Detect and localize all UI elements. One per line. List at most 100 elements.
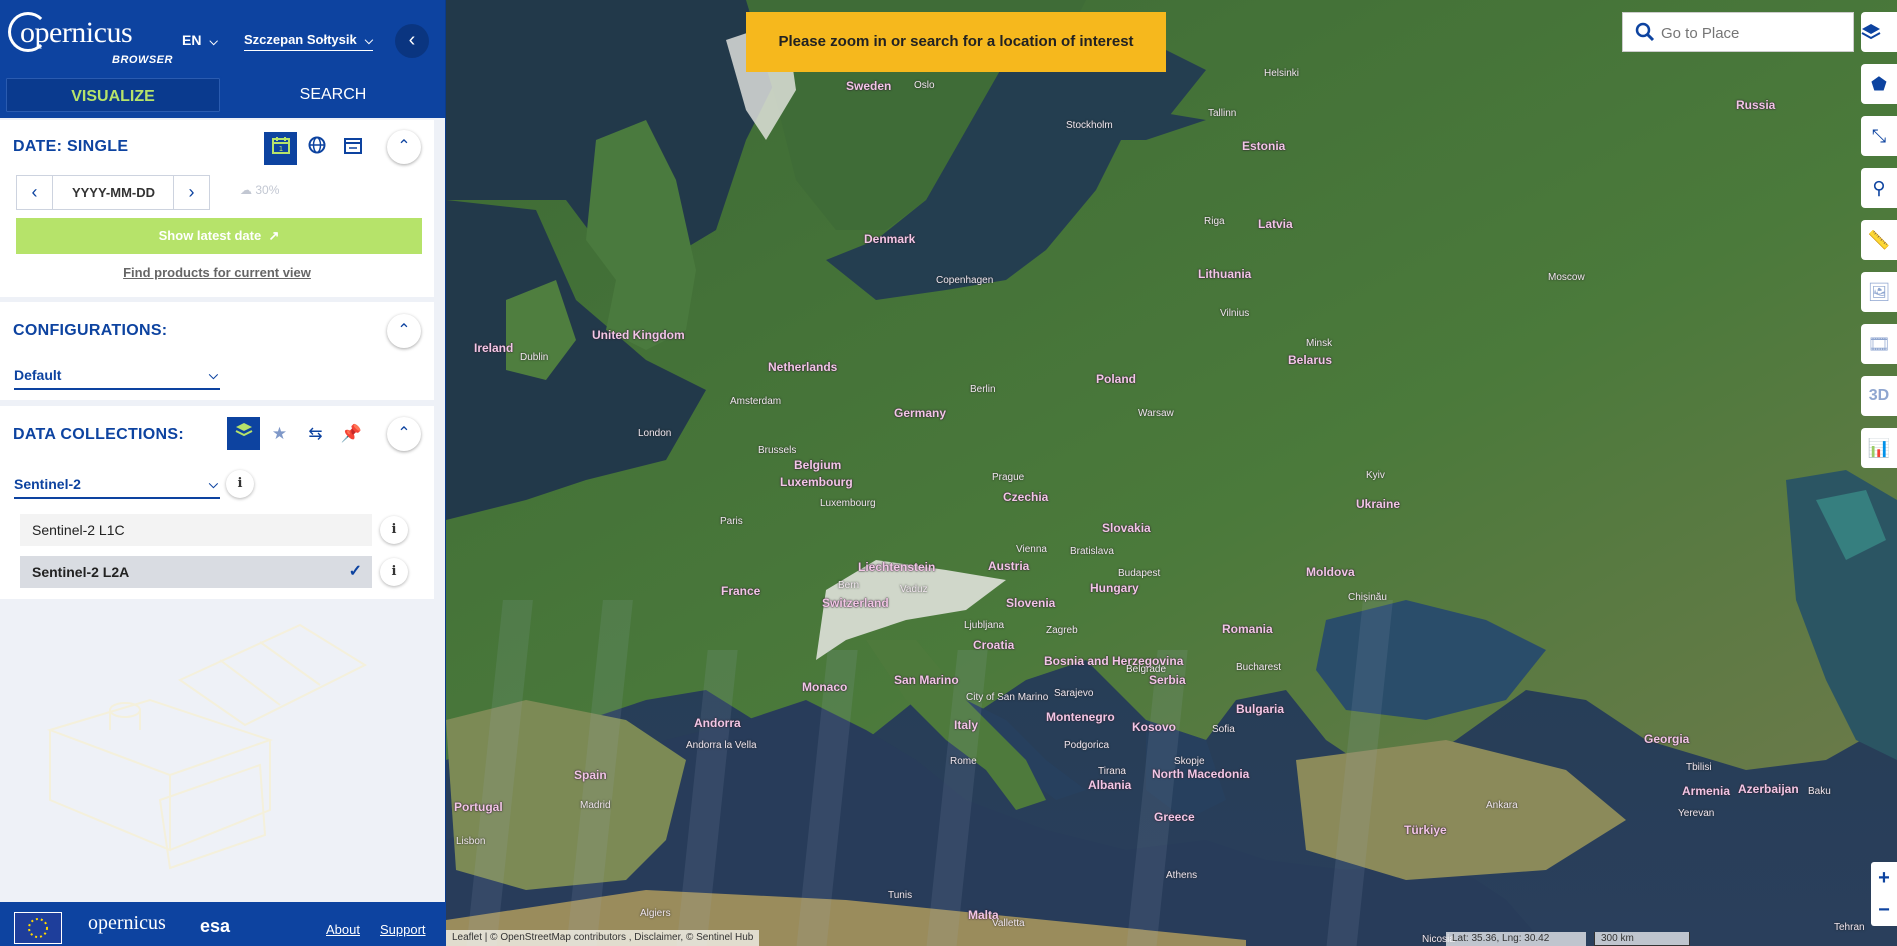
cloud-coverage[interactable]: ☁ 30% <box>240 183 279 197</box>
user-menu[interactable]: Szczepan Sołtysik ⌵ <box>244 32 374 51</box>
date-input[interactable]: YYYY-MM-DD <box>54 176 173 209</box>
data-collection-select[interactable]: Sentinel-2 ⌵ <box>14 471 220 499</box>
map-label-city: Bucharest <box>1236 662 1282 673</box>
map-label-city: Riga <box>1204 216 1225 227</box>
configuration-select[interactable]: Default ⌵ <box>14 362 220 390</box>
all-collections-button[interactable] <box>227 417 260 450</box>
zoom-in-button[interactable]: + <box>1871 862 1897 894</box>
collapse-data-collections-button[interactable]: ⌃ <box>387 417 421 451</box>
3d-view-button[interactable]: 3D <box>1861 376 1897 416</box>
esa-logo[interactable]: esa <box>200 916 230 937</box>
statistics-button[interactable]: 📊 <box>1861 428 1897 468</box>
draw-line-button[interactable]: ⤡ <box>1861 116 1897 156</box>
pentagon-icon: ⬟ <box>1871 74 1887 94</box>
dataset-sentinel-2-l2a[interactable]: Sentinel-2 L2A ✓ <box>20 556 372 588</box>
map-label-country: Andorra <box>694 716 741 730</box>
dataset-l1c-info-button[interactable]: i <box>380 516 408 544</box>
chevron-down-icon: ⌵ <box>208 368 218 382</box>
draw-polygon-button[interactable]: ⬟ <box>1861 64 1897 104</box>
data-collections-panel: DATA COLLECTIONS: ★ ⇆ 📌 ⌃ Sentinel-2 ⌵ i… <box>0 406 434 599</box>
satellite-map-background <box>446 0 1897 946</box>
next-date-button[interactable]: › <box>173 176 209 209</box>
mosaic-date-button[interactable] <box>300 132 333 165</box>
map-label-country: Albania <box>1088 778 1132 792</box>
map-label-country: Slovakia <box>1102 521 1151 535</box>
eu-flag-icon <box>14 912 62 944</box>
3d-label: 3D <box>1868 387 1890 404</box>
single-date-button[interactable]: 1 <box>264 132 297 165</box>
map-label-country: Switzerland <box>822 596 889 610</box>
map-label-city: Tunis <box>888 890 913 901</box>
go-to-place-search[interactable] <box>1622 12 1854 52</box>
map-label-country: Italy <box>954 718 979 732</box>
zoom-out-button[interactable]: − <box>1871 894 1897 926</box>
data-collection-info-button[interactable]: i <box>226 470 254 498</box>
layers-button[interactable] <box>1861 12 1897 52</box>
timelapse-button[interactable]: 🎞 <box>1861 324 1897 364</box>
map-label-city: Budapest <box>1118 568 1161 579</box>
map-label-country: Netherlands <box>768 360 838 374</box>
map-label-city: Chișinău <box>1348 592 1387 603</box>
show-latest-date-button[interactable]: Show latest date ↗ <box>16 218 422 254</box>
map-label-country: North Macedonia <box>1152 767 1250 781</box>
date-range-button[interactable] <box>336 132 369 165</box>
map-label-country: Montenegro <box>1046 710 1115 724</box>
map-label-city: Paris <box>720 516 743 527</box>
map-label-country: France <box>721 584 761 598</box>
tab-search[interactable]: SEARCH <box>224 76 442 114</box>
map-label-country: Croatia <box>973 638 1015 652</box>
collapse-sidebar-button[interactable]: ‹ <box>395 24 429 58</box>
copernicus-browser-logo[interactable]: opernicus BROWSER <box>8 10 172 66</box>
map-label-city: Baku <box>1808 786 1831 797</box>
sidebar-footer: opernicus esa About Support <box>0 902 446 946</box>
map-label-country: Greece <box>1154 810 1195 824</box>
chevron-left-icon: ‹ <box>31 182 38 202</box>
collapse-date-panel-button[interactable]: ⌃ <box>387 130 421 164</box>
about-link[interactable]: About <box>326 922 360 937</box>
cloud-coverage-value: 30% <box>255 183 280 197</box>
logo-word: opernicus <box>20 16 133 49</box>
map-label-city: Warsaw <box>1138 408 1174 419</box>
go-to-place-input[interactable] <box>1661 21 1841 45</box>
map-pin-icon: ⚲ <box>1872 178 1886 198</box>
map-label-country: Denmark <box>864 232 916 246</box>
map-view[interactable]: Sweden Denmark United Kingdom Ireland Ne… <box>446 0 1897 946</box>
find-products-link[interactable]: Find products for current view <box>0 265 434 280</box>
map-attribution[interactable]: Leaflet | © OpenStreetMap contributors ,… <box>446 930 760 946</box>
map-label-country: Austria <box>988 559 1030 573</box>
map-label-country: Spain <box>574 768 607 782</box>
compare-button[interactable]: ⇆ <box>299 417 332 450</box>
map-label-city: Tbilisi <box>1686 762 1712 773</box>
pinned-button[interactable]: 📌 <box>335 417 368 450</box>
map-label-city: Ljubljana <box>964 620 1005 631</box>
configurations-title: CONFIGURATIONS: <box>13 322 168 339</box>
measure-button[interactable]: 📏 <box>1861 220 1897 260</box>
map-label-city: Berlin <box>970 384 996 395</box>
map-label-city: Belgrade <box>1126 664 1167 675</box>
chevron-up-icon: ⌃ <box>397 425 411 442</box>
map-label-city: Vaduz <box>900 584 928 595</box>
dataset-label: Sentinel-2 L1C <box>32 522 125 538</box>
map-label-country: Sweden <box>846 79 892 93</box>
map-label-city: Minsk <box>1306 338 1333 349</box>
point-button[interactable]: ⚲ <box>1861 168 1897 208</box>
pin-icon: 📌 <box>340 424 363 443</box>
image-download-button[interactable]: 🖼 <box>1861 272 1897 312</box>
map-label-city: Algiers <box>640 908 671 919</box>
collapse-configurations-button[interactable]: ⌃ <box>387 314 421 348</box>
copernicus-logo[interactable]: opernicus <box>88 912 166 935</box>
dataset-l2a-info-button[interactable]: i <box>380 558 408 586</box>
star-icon: ★ <box>271 424 288 443</box>
map-scale: 300 km <box>1594 932 1690 946</box>
calendar-icon: 1 <box>271 137 290 154</box>
favorites-button[interactable]: ★ <box>263 417 296 450</box>
previous-date-button[interactable]: ‹ <box>17 176 53 209</box>
map-label-country: Serbia <box>1149 673 1186 687</box>
search-icon <box>1635 22 1655 42</box>
language-selector[interactable]: EN ⌵ <box>182 32 218 49</box>
map-label-country: Poland <box>1096 372 1137 386</box>
tab-visualize[interactable]: VISUALIZE <box>4 76 222 114</box>
dataset-sentinel-2-l1c[interactable]: Sentinel-2 L1C <box>20 514 372 546</box>
info-icon: i <box>391 522 397 537</box>
support-link[interactable]: Support <box>380 922 426 937</box>
